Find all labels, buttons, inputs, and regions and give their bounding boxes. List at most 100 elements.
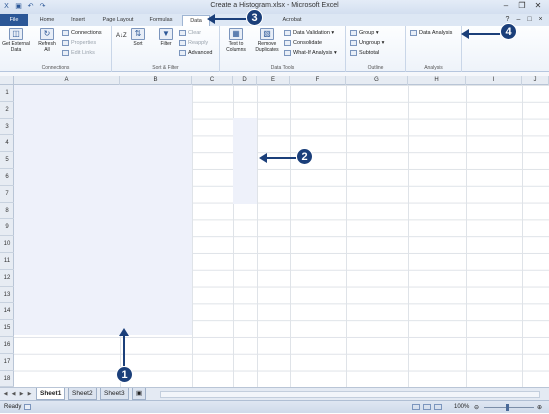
outline-group: Group ▾ Ungroup ▾ Subtotal Outline: [346, 26, 406, 72]
what-if-analysis-button[interactable]: What-If Analysis ▾: [284, 49, 337, 57]
row-header[interactable]: 6: [0, 169, 14, 186]
advanced-icon: [179, 49, 186, 56]
reapply-button[interactable]: Reapply: [179, 39, 208, 47]
database-icon: ◫: [9, 28, 23, 40]
clear-button[interactable]: Clear: [179, 29, 201, 37]
row-header[interactable]: 17: [0, 354, 14, 371]
properties-icon: [62, 39, 69, 46]
reapply-icon: [179, 39, 186, 46]
tab-page-layout[interactable]: Page Layout: [96, 15, 140, 26]
group-button[interactable]: Group ▾: [350, 29, 379, 37]
prev-sheet-icon[interactable]: ◀: [10, 390, 17, 398]
column-header-g[interactable]: G: [346, 76, 408, 85]
gridline: [192, 85, 193, 387]
row-header[interactable]: 18: [0, 371, 14, 388]
column-headers: A B C D E F G H I J: [14, 76, 549, 85]
ungroup-button[interactable]: Ungroup ▾: [350, 39, 384, 47]
row-header[interactable]: 16: [0, 337, 14, 354]
column-header-h[interactable]: H: [408, 76, 466, 85]
row-header[interactable]: 12: [0, 270, 14, 287]
row-header[interactable]: 1: [0, 85, 14, 102]
ribbon-close-icon[interactable]: ×: [536, 15, 545, 24]
tab-acrobat[interactable]: Acrobat: [272, 15, 312, 26]
macro-record-icon[interactable]: [24, 404, 31, 410]
row-header[interactable]: 4: [0, 135, 14, 153]
gridline: [346, 85, 347, 387]
get-external-data-button[interactable]: ◫ Get External Data: [1, 28, 31, 53]
zoom-in-icon[interactable]: ⊕: [537, 402, 542, 414]
sort-az-button[interactable]: A↓Z: [116, 32, 127, 40]
row-header[interactable]: 7: [0, 186, 14, 203]
ribbon-restore-icon[interactable]: □: [525, 15, 534, 24]
row-header[interactable]: 14: [0, 303, 14, 321]
analysis-group: Data Analysis Analysis: [406, 26, 462, 72]
advanced-button[interactable]: Advanced: [179, 49, 212, 57]
column-header-b[interactable]: B: [120, 76, 192, 85]
close-button[interactable]: ✕: [531, 1, 545, 11]
input-range-selection[interactable]: [14, 85, 192, 335]
properties-button[interactable]: Properties: [62, 39, 96, 47]
row-header[interactable]: 3: [0, 119, 14, 136]
tab-home[interactable]: Home: [34, 15, 60, 26]
remove-duplicates-button[interactable]: ▧ Remove Duplicates: [252, 28, 282, 53]
row-header[interactable]: 13: [0, 287, 14, 304]
zoom-slider-thumb[interactable]: [506, 404, 509, 411]
last-sheet-icon[interactable]: ▶: [26, 390, 33, 398]
row-header[interactable]: 15: [0, 320, 14, 337]
column-header-d[interactable]: D: [233, 76, 257, 85]
column-header-j[interactable]: J: [522, 76, 549, 85]
column-header-f[interactable]: F: [290, 76, 346, 85]
advanced-label: Advanced: [188, 50, 213, 56]
row-header[interactable]: 11: [0, 253, 14, 270]
sort-filter-group: A↓Z ⇅ Sort ▼ Filter Clear Reapply Advanc…: [112, 26, 220, 72]
normal-view-icon[interactable]: [412, 404, 420, 410]
filter-button[interactable]: ▼ Filter: [156, 28, 176, 47]
sheet-tab-sheet2[interactable]: Sheet2: [68, 388, 97, 400]
select-all-corner[interactable]: [0, 76, 14, 85]
connections-group-label: Connections: [41, 65, 70, 71]
data-tools-group: ▦ Text to Columns ▧ Remove Duplicates Da…: [220, 26, 346, 72]
consolidate-button[interactable]: Consolidate: [284, 39, 322, 47]
first-sheet-icon[interactable]: ◀: [2, 390, 9, 398]
data-analysis-icon: [410, 29, 417, 36]
minimize-button[interactable]: ‒: [499, 1, 513, 11]
sort-icon: ⇅: [131, 28, 145, 40]
zoom-slider[interactable]: [484, 407, 534, 408]
zoom-out-icon[interactable]: ⊖: [474, 402, 479, 414]
column-header-e[interactable]: E: [257, 76, 290, 85]
tab-formulas[interactable]: Formulas: [144, 15, 178, 26]
row-header[interactable]: 9: [0, 219, 14, 237]
data-validation-button[interactable]: Data Validation ▾: [284, 29, 334, 37]
column-header-c[interactable]: C: [192, 76, 233, 85]
row-header[interactable]: 8: [0, 203, 14, 220]
horizontal-scrollbar[interactable]: [160, 391, 540, 398]
restore-button[interactable]: ❐: [515, 1, 529, 11]
callout-1-arrowhead: [119, 328, 129, 336]
text-to-columns-button[interactable]: ▦ Text to Columns: [222, 28, 250, 53]
tab-file[interactable]: File: [0, 14, 28, 26]
sheet-tab-sheet1[interactable]: Sheet1: [36, 388, 66, 400]
row-header[interactable]: 5: [0, 152, 14, 169]
subtotal-label: Subtotal: [359, 50, 380, 56]
column-header-i[interactable]: I: [466, 76, 522, 85]
callout-3-badge: 3: [246, 9, 263, 26]
gridline: [522, 85, 523, 387]
next-sheet-icon[interactable]: ▶: [18, 390, 25, 398]
sort-button[interactable]: ⇅ Sort: [130, 28, 146, 47]
tab-data[interactable]: Data: [182, 15, 210, 26]
tab-insert[interactable]: Insert: [64, 15, 92, 26]
column-header-a[interactable]: A: [14, 76, 120, 85]
edit-links-button[interactable]: Edit Links: [62, 49, 95, 57]
data-analysis-button[interactable]: Data Analysis: [410, 29, 452, 37]
row-header[interactable]: 2: [0, 102, 14, 119]
bin-range-selection[interactable]: [233, 118, 257, 204]
page-layout-view-icon[interactable]: [423, 404, 431, 410]
subtotal-button[interactable]: Subtotal: [350, 49, 379, 57]
sheet-tab-sheet3[interactable]: Sheet3: [100, 388, 129, 400]
refresh-all-button[interactable]: ↻ Refresh All: [36, 28, 58, 53]
row-header[interactable]: 10: [0, 236, 14, 253]
connections-button[interactable]: Connections: [62, 29, 102, 37]
ribbon-minimize-icon[interactable]: –: [514, 15, 523, 24]
insert-sheet-icon[interactable]: ▣: [132, 388, 146, 400]
page-break-view-icon[interactable]: [434, 404, 442, 410]
